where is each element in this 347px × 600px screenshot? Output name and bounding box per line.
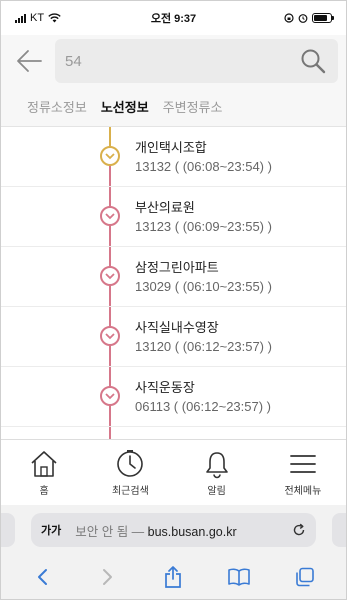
nav-home[interactable]: 홈	[1, 440, 87, 505]
stop-row[interactable]: 사직실내수영장 13120 ( (06:12~23:57) )	[1, 307, 346, 367]
tab-nearby-stops[interactable]: 주변정류소	[163, 97, 223, 116]
chevron-down-icon	[105, 212, 115, 219]
nav-label: 전체메뉴	[284, 485, 322, 497]
browser-forward-button[interactable]	[90, 562, 126, 592]
reload-icon[interactable]	[292, 523, 306, 537]
tab-bar: 정류소정보 노선정보 주변정류소	[1, 87, 346, 127]
chevron-left-icon	[37, 569, 47, 585]
search-icon	[301, 49, 326, 74]
header	[1, 35, 346, 87]
stop-marker-icon[interactable]	[100, 386, 120, 406]
bottom-nav: 홈 최근검색 알림 전체메뉴	[1, 439, 346, 505]
menu-icon	[289, 454, 316, 473]
stop-name: 개인택시조합	[135, 140, 207, 155]
stop-row[interactable]: 사직운동장 06113 ( (06:12~23:57) )	[1, 367, 346, 427]
alarm-icon	[298, 14, 308, 23]
nav-recent-search[interactable]: 최근검색	[87, 440, 173, 505]
stop-info: 13132 ( (06:08~23:54) )	[135, 159, 272, 174]
url-domain: bus.busan.go.kr	[147, 524, 237, 539]
tab-route-info[interactable]: 노선정보	[101, 97, 149, 116]
browser-toolbar	[1, 557, 346, 597]
nav-full-menu[interactable]: 전체메뉴	[260, 440, 346, 505]
back-button[interactable]	[9, 41, 49, 81]
chevron-down-icon	[105, 152, 115, 159]
browser-back-button[interactable]	[24, 562, 60, 592]
share-button[interactable]	[155, 562, 191, 592]
stop-info: 13123 ( (06:09~23:55) )	[135, 219, 272, 234]
search-input[interactable]	[65, 52, 298, 70]
battery-icon	[312, 13, 334, 23]
status-bar: KT 오전 9:37	[1, 1, 346, 35]
bookmarks-button[interactable]	[221, 562, 257, 592]
stop-name: 삼정그린아파트	[135, 260, 219, 275]
stop-marker-icon[interactable]	[100, 146, 120, 166]
nav-label: 알림	[207, 485, 226, 497]
stop-info: 13029 ( (06:10~23:55) )	[135, 279, 272, 294]
status-time: 오전 9:37	[150, 13, 197, 25]
wifi-icon	[48, 13, 61, 23]
stop-list[interactable]: 개인택시조합 13132 ( (06:08~23:54) ) 부산의료원 131…	[1, 127, 346, 439]
stop-name: 사직운동장	[135, 380, 195, 395]
nav-label: 최근검색	[111, 485, 149, 497]
stop-info: 06113 ( (06:12~23:57) )	[135, 399, 271, 414]
tab-stop-info[interactable]: 정류소정보	[27, 97, 87, 116]
search-box	[55, 39, 338, 83]
insecure-label: 보안 안 됨 —	[75, 524, 148, 539]
nav-alerts[interactable]: 알림	[174, 440, 260, 505]
next-tab-peek[interactable]	[332, 513, 346, 547]
share-icon	[165, 566, 182, 588]
search-button[interactable]	[298, 46, 328, 76]
chevron-down-icon	[105, 392, 115, 399]
home-icon	[31, 450, 57, 477]
bell-icon	[205, 451, 228, 478]
stop-marker-icon[interactable]	[100, 266, 120, 286]
stop-name: 부산의료원	[135, 200, 195, 215]
url-text: 보안 안 됨 — bus.busan.go.kr	[75, 521, 292, 540]
stop-row[interactable]: 개인택시조합 13132 ( (06:08~23:54) )	[1, 127, 346, 187]
address-bar[interactable]: 가가 보안 안 됨 — bus.busan.go.kr	[31, 513, 316, 547]
stop-info: 13120 ( (06:12~23:57) )	[135, 339, 272, 354]
nav-label: 홈	[39, 485, 49, 497]
clock-icon	[117, 449, 144, 477]
signal-icon	[15, 13, 26, 23]
phone-frame: KT 오전 9:37 54 정류소정보 노선정보 주변정류소 개인택시조합 13…	[0, 0, 347, 600]
chevron-down-icon	[105, 272, 115, 279]
tabs-button[interactable]	[287, 562, 323, 592]
browser-bar: 가가 보안 안 됨 — bus.busan.go.kr	[1, 505, 346, 599]
stop-marker-icon[interactable]	[100, 206, 120, 226]
text-size-button[interactable]: 가가	[41, 522, 61, 538]
status-right	[222, 13, 334, 23]
status-left: KT	[15, 12, 125, 24]
stop-marker-icon[interactable]	[100, 326, 120, 346]
tabs-icon	[296, 567, 314, 587]
chevron-down-icon	[105, 332, 115, 339]
stop-name: 사직실내수영장	[135, 320, 219, 335]
carrier-label: KT	[30, 12, 45, 24]
previous-tab-peek[interactable]	[1, 513, 15, 547]
arrow-left-icon	[17, 50, 42, 72]
chevron-right-icon	[102, 569, 112, 585]
book-icon	[228, 568, 251, 586]
screen-lock-icon	[284, 13, 294, 23]
stop-row[interactable]: 삼정그린아파트 13029 ( (06:10~23:55) )	[1, 247, 346, 307]
stop-row[interactable]: 부산의료원 13123 ( (06:09~23:55) )	[1, 187, 346, 247]
